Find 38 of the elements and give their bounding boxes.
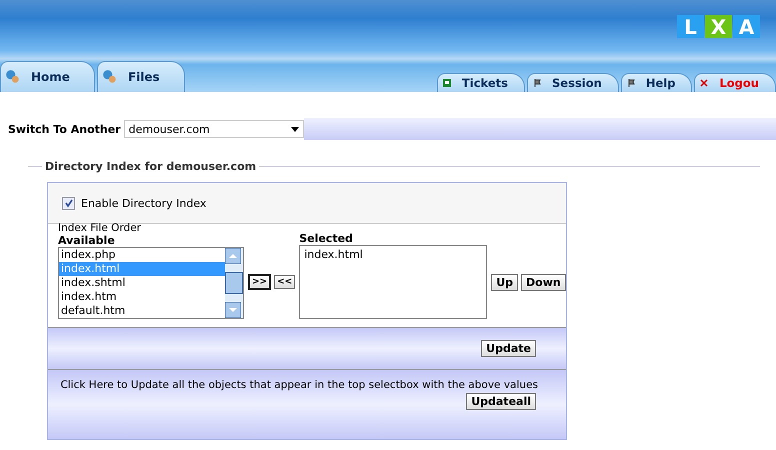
list-option[interactable]: index.shtml xyxy=(59,276,225,290)
nav-tab[interactable]: Help xyxy=(620,73,692,92)
list-option[interactable]: index.html xyxy=(302,248,484,262)
logo-letter: L xyxy=(677,15,704,38)
flag-icon xyxy=(532,78,542,88)
scrollbar[interactable] xyxy=(225,248,243,318)
switch-label: Switch To Another xyxy=(8,122,121,136)
order-label: Index File Order xyxy=(58,222,142,234)
update-all-text: Click Here to Update all the objects that appear in the top selectbox with the above values xyxy=(60,379,538,391)
checkbox-label: Enable Directory Index xyxy=(81,196,206,210)
list-option[interactable]: index.htm xyxy=(59,290,225,304)
order-button[interactable]: Up xyxy=(491,274,518,290)
domain-dropdown[interactable]: demouser.com xyxy=(124,120,304,138)
ticket-icon xyxy=(442,78,452,88)
nav-tab[interactable]: Home xyxy=(0,61,95,92)
list-title: Available xyxy=(58,234,116,247)
nav-tab[interactable]: Session xyxy=(527,73,619,92)
move-button[interactable]: << xyxy=(274,275,296,289)
list-title: Selected xyxy=(299,232,354,245)
list-option[interactable]: default.htm xyxy=(59,304,225,318)
logo-letter: X xyxy=(705,15,732,38)
update-button[interactable]: Update xyxy=(481,340,536,357)
checkbox[interactable] xyxy=(62,196,75,210)
nav-tab[interactable]: Files xyxy=(96,61,185,92)
move-button[interactable]: >> xyxy=(248,274,272,290)
scroll-up-icon xyxy=(225,248,241,264)
close-icon xyxy=(699,78,710,88)
order-button[interactable]: Down xyxy=(521,274,566,290)
available-listbox[interactable]: index.php index.html index.shtml index.htm default.htm xyxy=(58,247,244,319)
section-title: Directory Index for demouser.com xyxy=(44,160,258,173)
selected-listbox[interactable]: index.html xyxy=(299,245,488,319)
caret-icon xyxy=(290,126,299,132)
list-option[interactable]: index.php xyxy=(59,248,225,262)
logo-letter: A xyxy=(733,15,760,38)
scroll-down-icon xyxy=(225,302,241,318)
update-all-button[interactable]: Updateall xyxy=(466,393,536,410)
nav-tab[interactable]: Tickets xyxy=(436,73,526,92)
flag-icon xyxy=(626,78,636,88)
